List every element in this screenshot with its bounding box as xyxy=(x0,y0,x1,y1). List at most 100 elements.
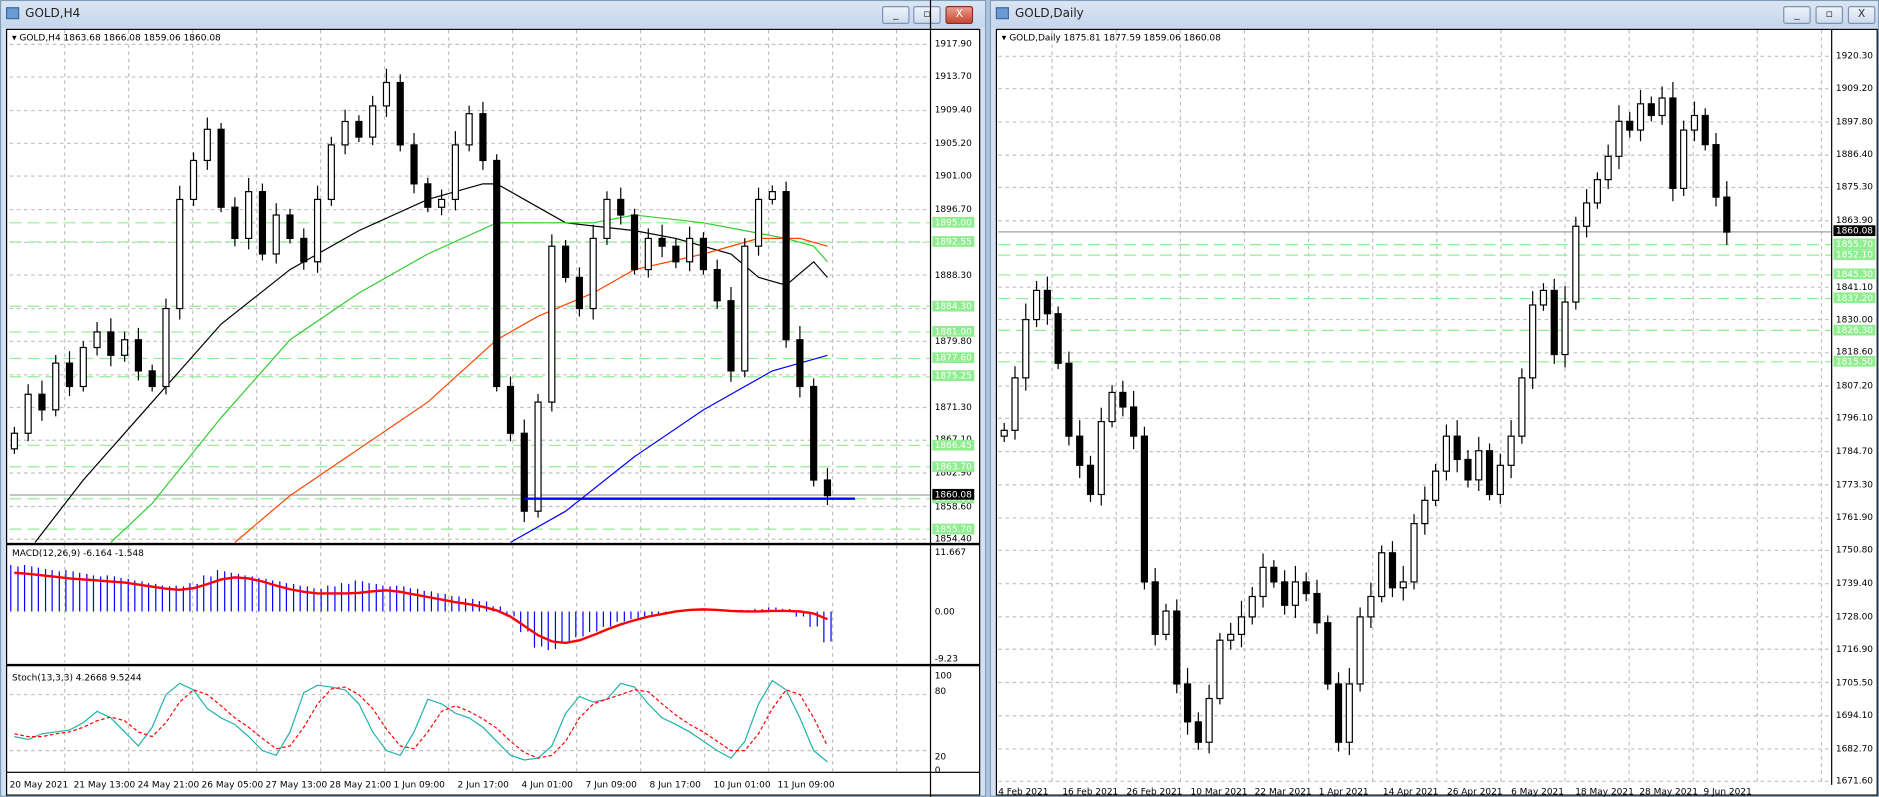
bear-candle xyxy=(1712,144,1720,198)
bear-candle xyxy=(617,198,625,216)
bear-candle xyxy=(396,81,404,146)
time-label: 26 Apr 2021 xyxy=(1446,786,1503,797)
bull-candle xyxy=(1108,391,1116,423)
price-tick: 1897.80 xyxy=(1835,115,1874,127)
price-tick: 1875.30 xyxy=(1835,181,1874,193)
window-title: GOLD,Daily xyxy=(1014,7,1084,21)
bear-candle xyxy=(823,479,832,497)
stoch-label: Stoch(13,3,3) 4.2668 9.5244 xyxy=(11,672,142,684)
price-tick: 1784.70 xyxy=(1835,445,1874,457)
bear-candle xyxy=(699,237,708,271)
bull-candle xyxy=(1216,639,1224,700)
price-tick: 1909.40 xyxy=(934,104,972,116)
pane-separator[interactable] xyxy=(5,663,980,667)
bear-candle xyxy=(1550,289,1558,356)
bull-candle xyxy=(1421,499,1429,525)
bull-candle xyxy=(1507,435,1515,466)
price-level-label: 1852.10 xyxy=(1833,249,1876,260)
bull-candle xyxy=(1615,120,1623,157)
bull-candle xyxy=(203,128,211,162)
bull-candle xyxy=(52,362,60,411)
time-label: 10 Jun 01:00 xyxy=(713,778,771,790)
stoch-tick: 100 xyxy=(934,669,952,681)
bear-candle xyxy=(1054,313,1062,364)
bull-candle xyxy=(644,237,652,271)
window-title: GOLD,H4 xyxy=(25,7,81,21)
bull-candle xyxy=(1572,225,1580,303)
bear-candle xyxy=(727,300,735,372)
price-chart-daily[interactable] xyxy=(998,29,1832,785)
title-bar[interactable]: GOLD,Daily _ ▫ X xyxy=(991,1,1878,28)
time-label: 7 Jun 09:00 xyxy=(585,778,637,790)
bear-candle xyxy=(1453,435,1461,461)
price-tick: 1871.30 xyxy=(934,401,972,413)
restore-button[interactable]: ▫ xyxy=(1815,5,1844,24)
price-tick: 1705.50 xyxy=(1835,676,1874,688)
minimize-button[interactable]: _ xyxy=(1783,5,1811,24)
price-tick: 1917.90 xyxy=(934,38,972,50)
time-label: 24 May 21:00 xyxy=(137,778,200,790)
current-price-label: 1860.08 xyxy=(1833,225,1876,237)
time-label: 4 Jun 01:00 xyxy=(521,778,573,790)
macd-pane[interactable] xyxy=(10,545,930,663)
time-label: 2 Jun 17:00 xyxy=(457,778,509,790)
time-label: 10 Mar 2021 xyxy=(1190,786,1248,797)
bull-candle xyxy=(548,245,556,403)
price-level-label: 1895.00 xyxy=(932,216,975,228)
title-bar[interactable]: GOLD,H4 _ ▫ X xyxy=(1,1,986,28)
price-level-label: 1826.30 xyxy=(1833,324,1876,336)
bull-candle xyxy=(1011,377,1019,431)
bull-candle xyxy=(327,144,335,201)
price-level-label: 1892.55 xyxy=(932,235,975,247)
price-tick: 1888.30 xyxy=(934,269,972,280)
time-label: 1 Jun 09:00 xyxy=(393,778,445,790)
price-level-label: 1884.30 xyxy=(932,300,975,312)
bear-candle xyxy=(1626,120,1634,131)
ohlc-readout: GOLD,H4 1863.68 1866.08 1859.06 1860.08 xyxy=(19,32,221,44)
time-label: 20 May 2021 xyxy=(9,778,69,790)
price-chart-h4[interactable] xyxy=(9,29,930,543)
bear-candle xyxy=(300,237,308,263)
bear-candle xyxy=(286,214,294,240)
close-button[interactable]: X xyxy=(1847,5,1876,24)
bull-candle xyxy=(741,245,749,372)
price-tick: 1896.70 xyxy=(934,203,972,215)
price-level-label: 1837.20 xyxy=(1833,292,1876,304)
bear-candle xyxy=(1140,435,1149,583)
price-tick: 1796.10 xyxy=(1835,412,1874,424)
bull-candle xyxy=(369,105,377,138)
bull-candle xyxy=(1162,610,1170,635)
bull-candle xyxy=(1227,633,1235,641)
bull-candle xyxy=(768,191,776,201)
bear-candle xyxy=(1723,196,1731,233)
price-tick: 1920.30 xyxy=(1835,50,1874,62)
chart-info-h4: ▾ GOLD,H4 1863.68 1866.08 1859.06 1860.0… xyxy=(11,32,221,44)
bull-candle xyxy=(1248,595,1256,618)
bull-candle xyxy=(589,237,597,310)
minimize-button[interactable]: _ xyxy=(881,5,910,24)
bear-candle xyxy=(1151,581,1159,635)
bear-candle xyxy=(630,214,639,271)
bull-candle xyxy=(1291,581,1300,606)
bear-candle xyxy=(1183,683,1192,723)
price-axis-h4[interactable]: 1917.90 1913.70 1909.40 1905.20 1901.00 1896.… xyxy=(929,0,984,797)
ma-blue xyxy=(510,354,828,543)
price-level-label: 1815.50 xyxy=(1833,355,1876,367)
bear-candle xyxy=(65,362,74,388)
price-level-label: 1855.70 xyxy=(1833,238,1876,250)
stochastic-pane[interactable] xyxy=(9,667,930,773)
price-tick: 1807.20 xyxy=(1835,380,1874,391)
bull-candle xyxy=(1432,470,1440,501)
bull-candle xyxy=(1539,289,1548,306)
price-tick: 1863.90 xyxy=(1835,214,1874,226)
price-axis-daily[interactable]: 1920.30 1909.20 1897.80 1886.40 1875.30 1863.… xyxy=(1831,29,1878,786)
stoch-main-line xyxy=(14,679,828,763)
bear-candle xyxy=(107,331,115,356)
bull-candle xyxy=(1000,429,1008,437)
time-label: 11 Jun 09:00 xyxy=(777,778,835,790)
bull-candle xyxy=(1237,616,1246,635)
bear-candle xyxy=(1130,406,1138,437)
bull-candle xyxy=(162,307,170,388)
bull-candle xyxy=(1658,97,1666,117)
bull-candle xyxy=(1475,450,1483,481)
